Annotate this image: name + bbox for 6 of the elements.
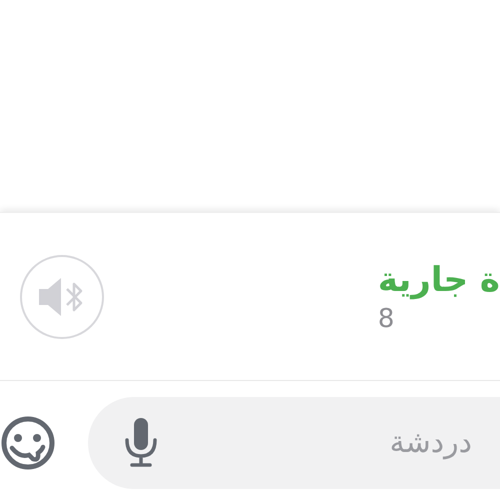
emoji-icon[interactable]: [0, 414, 56, 470]
message-input[interactable]: دردشة: [158, 425, 480, 460]
message-field[interactable]: دردشة: [88, 396, 500, 488]
call-status: ة جارية: [378, 258, 500, 302]
microphone-icon[interactable]: [124, 418, 158, 468]
call-duration: 8: [378, 302, 394, 336]
